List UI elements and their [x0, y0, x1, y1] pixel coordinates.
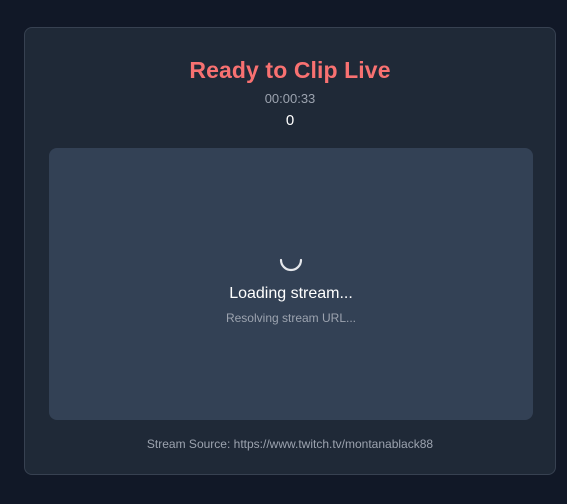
clip-panel: Ready to Clip Live 00:00:33 0 Loading st… — [24, 27, 556, 475]
loading-spinner-icon — [279, 258, 303, 272]
loading-status: Loading stream... — [229, 285, 353, 302]
clip-counter: 0 — [285, 112, 295, 129]
stream-source-url: https://www.twitch.tv/montanablack88 — [233, 437, 434, 451]
stream-timer: 00:00:33 — [264, 91, 316, 106]
loading-detail: Resolving stream URL... — [225, 311, 357, 325]
stream-source-label: Stream Source: — [146, 437, 231, 451]
page-title: Ready to Clip Live — [189, 57, 391, 83]
stream-source: Stream Source: https://www.twitch.tv/mon… — [25, 437, 555, 451]
stream-player[interactable]: Loading stream... Resolving stream URL..… — [49, 148, 533, 420]
